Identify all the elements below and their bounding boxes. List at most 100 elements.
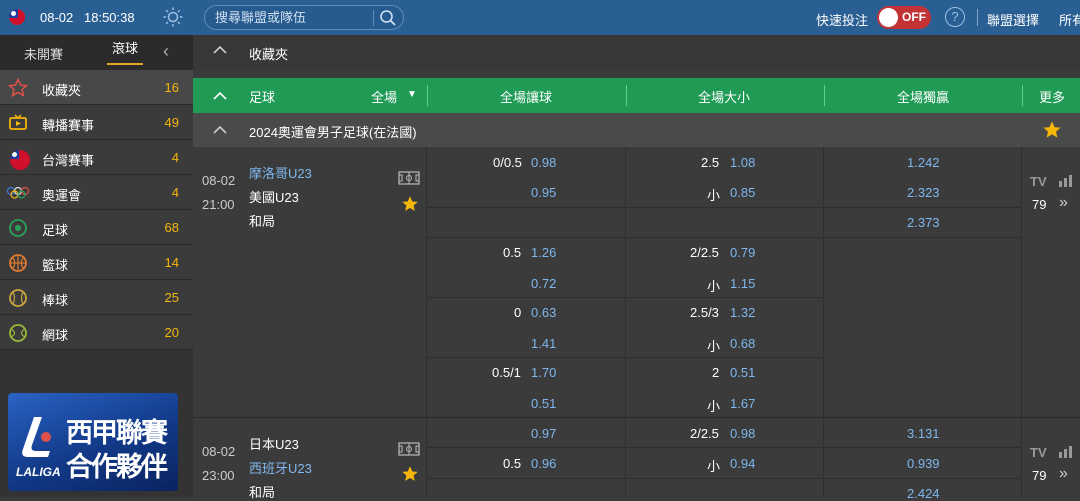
stats-icon[interactable]	[1058, 446, 1072, 458]
ou-line: 2	[712, 365, 720, 380]
taiwan-flag-icon[interactable]	[9, 9, 25, 25]
sidebar-item-label: 網球	[42, 328, 69, 343]
moneyline-odd[interactable]: 2.323	[907, 185, 940, 200]
handicap-odd[interactable]: 0.95	[531, 185, 556, 200]
chevron-up-icon[interactable]	[213, 91, 227, 101]
help-icon[interactable]: ?	[945, 7, 965, 27]
sidebar-item-tennis[interactable]: 網球 20	[0, 315, 193, 350]
under-label: 小	[707, 279, 721, 294]
double-chevron-right-icon[interactable]: »	[1059, 194, 1068, 212]
chevron-up-icon[interactable]	[213, 45, 227, 55]
double-chevron-right-icon[interactable]: »	[1059, 465, 1068, 483]
quick-bet-toggle[interactable]: OFF	[877, 6, 931, 29]
moneyline-odd[interactable]: 2.424	[907, 486, 940, 501]
all-button[interactable]: 所有	[1059, 10, 1080, 29]
sidebar-item-count: 14	[164, 255, 179, 270]
sidebar-item-baseball[interactable]: 棒球 25	[0, 280, 193, 315]
ou-line: 2/2.5	[690, 426, 719, 441]
tv-label[interactable]: TV	[1030, 445, 1047, 460]
sidebar: 未開賽 滾球 ‹ 收藏夾 16 轉播賽事 49 台灣賽事 4 奧運會 4 足球 …	[0, 35, 193, 497]
sidebar-item-count: 25	[164, 290, 179, 305]
sidebar-item-broadcast[interactable]: 轉播賽事 49	[0, 105, 193, 140]
favorite-star-icon[interactable]	[1042, 120, 1062, 140]
ou-odd[interactable]: 0.94	[730, 456, 755, 471]
ou-odd[interactable]: 1.15	[730, 276, 755, 291]
favorites-title: 收藏夾	[249, 47, 289, 62]
favorite-star-icon[interactable]	[401, 195, 419, 213]
sun-icon[interactable]	[163, 7, 183, 27]
over-under-header: 全場大小	[698, 90, 751, 105]
row-divider	[427, 297, 825, 298]
period-select[interactable]: 全場	[371, 87, 397, 106]
favorites-header[interactable]: 收藏夾	[193, 35, 1080, 70]
home-team[interactable]: 日本U23	[249, 434, 299, 453]
handicap-odd[interactable]: 1.41	[531, 336, 556, 351]
more-header[interactable]: 更多	[1039, 87, 1065, 106]
ou-odd[interactable]: 0.51	[730, 365, 755, 380]
collapse-sidebar-icon[interactable]: ‹	[163, 41, 169, 62]
sidebar-item-basketball[interactable]: 籃球 14	[0, 245, 193, 280]
match-date: 08-02	[202, 173, 236, 188]
moneyline-odd[interactable]: 1.242	[907, 155, 940, 170]
row-divider	[427, 447, 1021, 448]
tab-upcoming[interactable]: 未開賽	[24, 44, 63, 63]
banner-brand: LALIGA	[16, 465, 61, 479]
handicap-odd[interactable]: 0.96	[531, 456, 556, 471]
chevron-down-icon[interactable]: ▼	[407, 89, 417, 100]
toggle-knob	[879, 8, 898, 27]
away-team[interactable]: 西班牙U23	[249, 458, 312, 477]
handicap-odd[interactable]: 0.72	[531, 276, 556, 291]
sidebar-item-label: 籃球	[42, 258, 69, 273]
ou-odd[interactable]: 0.98	[730, 426, 755, 441]
search-icon[interactable]	[379, 9, 397, 27]
more-markets-count[interactable]: 79	[1032, 468, 1046, 483]
olympic-rings-icon	[6, 186, 30, 199]
laliga-banner[interactable]: LALIGA 西甲聯賽 合作夥伴	[8, 393, 178, 491]
search-divider	[373, 10, 374, 26]
favorite-star-icon[interactable]	[401, 465, 419, 483]
sidebar-item-favorites[interactable]: 收藏夾 16	[0, 70, 193, 105]
away-team[interactable]: 美國U23	[249, 187, 299, 206]
ou-odd[interactable]: 0.68	[730, 336, 755, 351]
home-team[interactable]: 摩洛哥U23	[249, 163, 312, 182]
league-header[interactable]: 2024奧運會男子足球(在法國)	[193, 113, 1080, 147]
handicap-odd[interactable]: 0.98	[531, 155, 556, 170]
league-name: 2024奧運會男子足球(在法國)	[249, 125, 417, 140]
match-divider	[193, 417, 1080, 418]
search-box[interactable]	[204, 5, 404, 30]
pitch-icon[interactable]	[398, 171, 420, 185]
moneyline-odd[interactable]: 3.131	[907, 426, 940, 441]
ou-odd[interactable]: 1.67	[730, 396, 755, 411]
chevron-up-icon[interactable]	[213, 125, 227, 135]
sidebar-item-soccer[interactable]: 足球 68	[0, 210, 193, 245]
handicap-line: 0.5	[503, 245, 522, 260]
ou-odd[interactable]: 1.08	[730, 155, 755, 170]
handicap-odd[interactable]: 0.97	[531, 426, 556, 441]
ou-odd[interactable]: 1.32	[730, 305, 755, 320]
sidebar-item-label: 轉播賽事	[42, 118, 95, 133]
moneyline-odd[interactable]: 2.373	[907, 215, 940, 230]
row-divider	[427, 357, 825, 358]
sidebar-item-olympics[interactable]: 奧運會 4	[0, 175, 193, 210]
sidebar-item-count: 20	[164, 325, 179, 340]
tv-label[interactable]: TV	[1030, 174, 1047, 189]
stats-icon[interactable]	[1058, 175, 1072, 187]
match-time: 21:00	[202, 197, 235, 212]
ou-odd[interactable]: 0.85	[730, 185, 755, 200]
under-label: 小	[707, 459, 721, 474]
search-input[interactable]	[215, 10, 375, 25]
sidebar-item-taiwan[interactable]: 台灣賽事 4	[0, 140, 193, 175]
moneyline-odd[interactable]: 0.939	[907, 456, 940, 471]
handicap-odd[interactable]: 1.70	[531, 365, 556, 380]
tab-live[interactable]: 滾球	[107, 40, 144, 65]
handicap-line: 0.5/1	[492, 365, 521, 380]
handicap-odd[interactable]: 0.63	[531, 305, 556, 320]
more-markets-count[interactable]: 79	[1032, 197, 1046, 212]
ou-line: 2/2.5	[690, 245, 719, 260]
handicap-odd[interactable]: 0.51	[531, 396, 556, 411]
pitch-icon[interactable]	[398, 442, 420, 456]
ou-odd[interactable]: 0.79	[730, 245, 755, 260]
handicap-odd[interactable]: 1.26	[531, 245, 556, 260]
league-select-button[interactable]: 聯盟選擇	[987, 10, 1039, 29]
ou-line: 2.5/3	[690, 305, 719, 320]
